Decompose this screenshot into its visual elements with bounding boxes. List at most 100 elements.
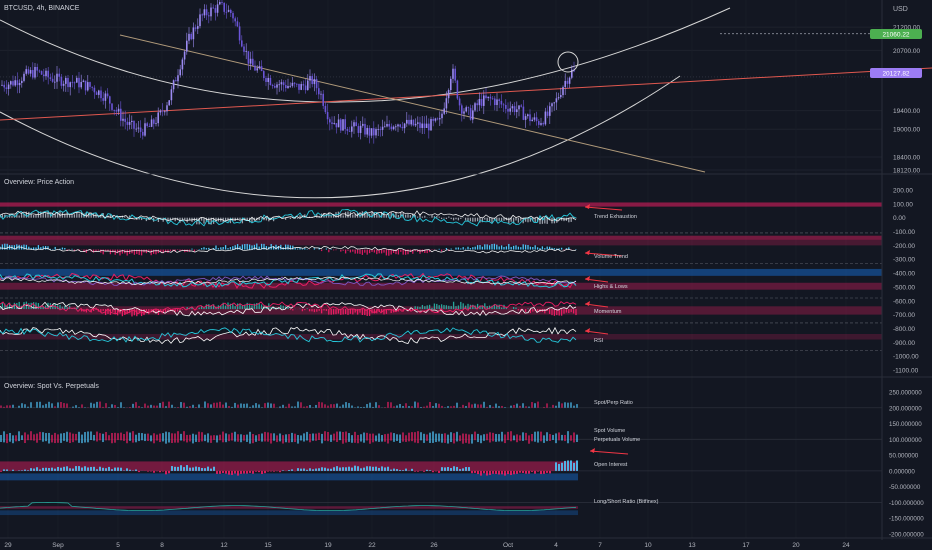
candle-body — [249, 58, 252, 64]
spot-perp-tick-label: 0.000000 — [889, 468, 915, 475]
candle-body — [201, 14, 203, 16]
candle-body — [436, 118, 439, 120]
candle-body — [230, 9, 232, 14]
candle-body — [496, 99, 498, 106]
price-tick-label: 18400.00 — [893, 155, 920, 162]
candle-body — [260, 66, 263, 72]
candle-body — [232, 13, 234, 19]
oscillator-tick-label: 200.00 — [893, 188, 913, 195]
candle-body — [351, 126, 353, 132]
candle-body — [397, 124, 399, 127]
open-interest-zone-2 — [0, 473, 578, 481]
candle-body — [478, 99, 481, 106]
candle-body — [100, 90, 102, 99]
candle-body — [359, 125, 362, 133]
last-price-text: 20127.82 — [882, 71, 909, 78]
candle-body — [423, 123, 426, 129]
candle-body — [58, 73, 60, 77]
candle-body — [375, 129, 377, 136]
time-tick-label: 19 — [324, 542, 332, 549]
candle-body — [430, 119, 432, 131]
candle-body — [60, 76, 63, 86]
candle-body — [199, 14, 201, 27]
candle-body — [364, 123, 366, 135]
candle-body — [71, 82, 74, 84]
candle-body — [56, 73, 58, 82]
candle-body — [205, 9, 208, 16]
candle-body — [456, 80, 459, 99]
candle-body — [32, 70, 34, 78]
candle-body — [252, 58, 254, 66]
spot-perp-tick-label: -200.000000 — [889, 532, 924, 539]
candle-body — [243, 46, 245, 52]
candle-body — [549, 106, 551, 116]
candle-body — [36, 66, 38, 71]
candle-body — [505, 104, 507, 109]
time-tick-label: 15 — [264, 542, 272, 549]
candle-body — [49, 77, 52, 79]
candle-body — [115, 110, 118, 112]
oscillator-tick-label: -1000.00 — [893, 354, 919, 361]
oscillator-tick-label: -900.00 — [893, 340, 915, 347]
candle-body — [109, 96, 111, 104]
candle-body — [104, 93, 107, 101]
candle-body — [335, 123, 338, 128]
candle-body — [362, 123, 364, 126]
candle-body — [342, 119, 344, 131]
trading-chart[interactable]: BTCUSD, 4h, BINANCE USD Overview: Price … — [0, 0, 932, 550]
candle-body — [45, 70, 47, 77]
candle-body — [489, 96, 492, 99]
oscillator-zone-band — [0, 334, 882, 340]
time-tick-label: 13 — [688, 542, 696, 549]
candle-body — [23, 73, 25, 81]
candle-body — [373, 128, 375, 136]
candle-body — [533, 117, 536, 120]
candle-body — [357, 126, 360, 133]
candle-body — [102, 98, 104, 101]
candle-body — [43, 74, 45, 77]
candle-body — [122, 118, 124, 121]
candle-body — [208, 15, 210, 17]
candle-body — [452, 68, 454, 79]
candle-body — [467, 107, 470, 109]
candle-body — [406, 119, 408, 124]
candle-body — [439, 118, 441, 120]
candle-body — [485, 95, 487, 99]
candle-body — [518, 105, 520, 110]
candle-body — [428, 123, 430, 131]
candle-body — [531, 119, 533, 122]
candle-body — [566, 80, 569, 84]
candle-body — [403, 123, 406, 129]
candle-body — [223, 2, 225, 12]
candle-body — [142, 131, 144, 136]
long-short-zone — [0, 510, 578, 516]
candle-body — [183, 51, 186, 60]
candle-body — [267, 77, 269, 82]
candle-body — [285, 85, 287, 89]
label-perpetuals-volume: Perpetuals Volume — [594, 437, 640, 443]
candle-body — [159, 110, 162, 113]
time-tick-label: 22 — [368, 542, 376, 549]
candle-body — [51, 78, 54, 82]
candle-body — [181, 59, 184, 70]
candle-body — [326, 112, 329, 120]
candle-body — [197, 26, 199, 29]
candle-body — [256, 68, 258, 71]
candle-body — [560, 95, 562, 98]
candle-body — [89, 82, 91, 87]
spot-perp-tick-label: 50.000000 — [889, 453, 919, 460]
oscillator-tick-label: -300.00 — [893, 257, 915, 264]
candle-body — [87, 82, 89, 91]
candle-body — [155, 123, 157, 124]
candle-body — [287, 85, 289, 89]
candle-body — [221, 2, 223, 3]
candle-body — [166, 105, 168, 112]
candle-body — [137, 127, 140, 129]
candle-body — [93, 87, 96, 93]
candle-body — [540, 123, 542, 125]
candle-body — [269, 77, 272, 85]
candle-body — [153, 119, 155, 124]
time-tick-label: 24 — [842, 542, 850, 549]
candle-body — [392, 126, 395, 130]
candle-body — [69, 82, 71, 88]
